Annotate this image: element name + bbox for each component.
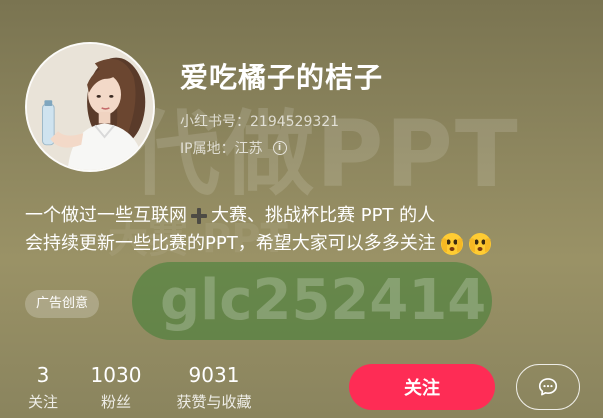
likes-count: 9031 [188, 363, 240, 387]
bio-text-2: 会持续更新一些比赛的PPT，希望大家可以多多关注 [25, 233, 436, 254]
bio-line-1: 一个做过一些互联网 大赛、挑战杯比赛 PPT 的人 [25, 202, 492, 230]
message-button[interactable] [516, 364, 580, 410]
category-tag[interactable]: 广告创意 [25, 290, 100, 318]
followers-label: 粉丝 [100, 393, 131, 411]
bio-line-2: 会持续更新一些比赛的PPT，希望大家可以多多关注 [25, 230, 492, 258]
avatar[interactable] [25, 42, 155, 172]
profile-bio: 一个做过一些互联网 大赛、挑战杯比赛 PPT 的人 会持续更新一些比赛的PPT，… [25, 202, 492, 258]
bio-text-1a: 一个做过一些互联网 [25, 205, 187, 226]
stat-following[interactable]: 3 关注 [24, 364, 62, 412]
stat-followers[interactable]: 1030 粉丝 [88, 364, 144, 412]
stat-likes[interactable]: 9031 获赞与收藏 [166, 364, 262, 412]
heavy-plus-icon [191, 208, 207, 224]
followers-count: 1030 [90, 363, 142, 387]
follow-button[interactable]: 关注 [349, 364, 495, 410]
profile-header: 代做PPT 大赛 PPT glc252414 爱吃橘子的桔子 小红书号：2194… [0, 0, 603, 418]
ip-location: IP属地：江苏 i [180, 138, 287, 158]
following-label: 关注 [27, 393, 58, 411]
chat-bubble-icon [538, 378, 558, 396]
likes-label: 获赞与收藏 [176, 393, 252, 411]
ip-location-text: IP属地：江苏 [180, 141, 263, 157]
info-icon[interactable]: i [272, 141, 287, 155]
watermark-pill [132, 262, 492, 340]
peeking-eyes-emoji-icon [468, 233, 491, 255]
bio-text-1b: 大赛、挑战杯比赛 PPT 的人 [211, 205, 436, 226]
avatar-portrait-image [27, 44, 153, 170]
peeking-eyes-emoji-icon [440, 233, 463, 255]
following-count: 3 [36, 363, 50, 387]
account-id: 小红书号：2194529321 [180, 114, 340, 130]
profile-nickname: 爱吃橘子的桔子 [180, 61, 384, 94]
